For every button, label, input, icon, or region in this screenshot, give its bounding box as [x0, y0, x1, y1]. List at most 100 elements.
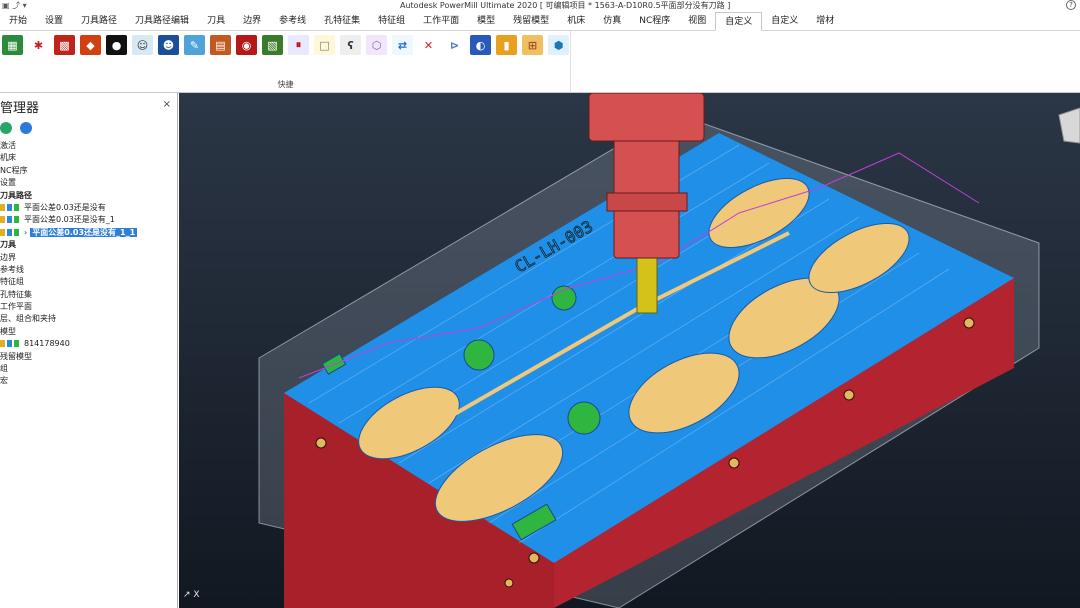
tab-6[interactable]: 参考线	[270, 12, 315, 30]
tree-item-label: NC程序	[0, 165, 28, 175]
tab-16[interactable]: 自定义	[715, 12, 763, 31]
paint-icon[interactable]: ✎	[184, 35, 205, 55]
tree-item[interactable]: 工作平面	[0, 301, 178, 313]
color-bars-icon[interactable]: ▮	[496, 35, 517, 55]
iso-box-icon[interactable]: ⬡	[366, 35, 387, 55]
title-bar: ▣ ⤴ ▾ Autodesk PowerMill Ultimate 2020 […	[0, 0, 1080, 11]
active-arrow-icon: ›	[24, 227, 28, 237]
explorer-tree: 激活 机床 NC程序 设置 刀具路径 平面公差0.03还是没有 平面公差0.03还是没有_1…	[0, 140, 178, 388]
tab-7[interactable]: 孔特征集	[315, 12, 369, 30]
tree-item-label: 814178940	[24, 339, 70, 349]
tree-item-label: 设置	[0, 178, 16, 188]
tab-15[interactable]: 视图	[679, 12, 715, 30]
globe-icon[interactable]	[0, 122, 12, 134]
ribbon-toolbar: ▦ ✱ ▩ ◆ ● ☺ ☻ ✎ ▤ ◉ ▧ ⏸ □ ʕ ⬡ ⇄ ✕ ⊳ ◐ ▮ ⊞ ⬢ 快捷	[0, 31, 1080, 93]
tree-item[interactable]: › 平面公差0.03还是没有_1_1	[0, 227, 178, 239]
quick-group: ▦ ✱ ▩ ◆ ● ☺ ☻ ✎ ▤ ◉ ▧ ⏸ □ ʕ ⬡ ⇄ ✕ ⊳ ◐ ▮ ⊞ ⬢ 快捷	[0, 31, 571, 93]
tree-item[interactable]: 层、组合和夹持	[0, 313, 178, 325]
quick-access-toolbar[interactable]: ▣ ⤴ ▾	[2, 0, 27, 11]
tree-item[interactable]: 边界	[0, 252, 178, 264]
tree-item-label: 孔特征集	[0, 289, 32, 299]
tree-item-label: 平面公差0.03还是没有_1	[24, 215, 115, 225]
tree-item[interactable]: 激活	[0, 140, 178, 152]
tree-item[interactable]: 刀具	[0, 239, 178, 251]
brick-icon[interactable]: ▤	[210, 35, 231, 55]
tab-11[interactable]: 残留模型	[504, 12, 558, 30]
blue-face-icon[interactable]: ☻	[158, 35, 179, 55]
tree-item[interactable]: 残留模型	[0, 351, 178, 363]
tab-8[interactable]: 特征组	[369, 12, 414, 30]
tree-item-label: 平面公差0.03还是没有_1_1	[30, 227, 138, 237]
face-icon[interactable]: ☺	[132, 35, 153, 55]
tree-item[interactable]: 814178940	[0, 338, 178, 350]
tab-10[interactable]: 模型	[468, 12, 504, 30]
split-icon[interactable]: ⏸	[288, 35, 309, 55]
tab-18[interactable]: 增材	[807, 12, 843, 30]
tab-9[interactable]: 工作平面	[414, 12, 468, 30]
spindle-collar	[606, 192, 688, 212]
tree-item[interactable]: 机床	[0, 152, 178, 164]
mesh-icon[interactable]: ▧	[262, 35, 283, 55]
tree-item[interactable]: NC程序	[0, 165, 178, 177]
star-red-icon[interactable]: ✱	[28, 35, 49, 55]
tree-item[interactable]: 参考线	[0, 264, 178, 276]
black-head-icon[interactable]: ●	[106, 35, 127, 55]
grid-orange-icon[interactable]: ⊞	[522, 35, 543, 55]
ribbon-tabs: 开始 设置 刀具路径 刀具路径编辑 刀具 边界 参考线 孔特征集 特征组 工作平面 模型 残留模型 机床…	[0, 12, 1080, 31]
tab-0[interactable]: 开始	[0, 12, 36, 30]
tree-item[interactable]: 模型	[0, 326, 178, 338]
red-x-icon[interactable]: ✕	[418, 35, 439, 55]
help-icon[interactable]: ?	[1066, 0, 1076, 10]
tab-13[interactable]: 仿真	[594, 12, 630, 30]
tree-item[interactable]: 设置	[0, 177, 178, 189]
grid-green-icon[interactable]: ▦	[2, 35, 23, 55]
arrows-icon[interactable]: ⇄	[392, 35, 413, 55]
triad-x-label: X	[193, 590, 200, 600]
tab-4[interactable]: 刀具	[198, 12, 234, 30]
view-cube[interactable]	[1058, 107, 1080, 144]
bear-icon[interactable]: ʕ	[340, 35, 361, 55]
red-green-block-icon[interactable]: ▩	[54, 35, 75, 55]
graphics-viewport[interactable]: CL-LH-003 ↗ X	[179, 93, 1080, 608]
cutter	[636, 252, 658, 314]
tree-item[interactable]: 平面公差0.03还是没有	[0, 202, 178, 214]
close-icon[interactable]: ×	[163, 99, 171, 110]
blank-page-icon[interactable]: □	[314, 35, 335, 55]
tree-item-label: 刀具路径	[0, 190, 32, 200]
tree-item-label: 平面公差0.03还是没有	[24, 202, 106, 212]
group-label: 快捷	[277, 80, 294, 89]
red-disc-icon[interactable]: ◉	[236, 35, 257, 55]
tree-item[interactable]: 宏	[0, 375, 178, 387]
tree-item[interactable]: 刀具路径	[0, 190, 178, 202]
tab-1[interactable]: 设置	[36, 12, 72, 30]
quick-icons: ▦ ✱ ▩ ◆ ● ☺ ☻ ✎ ▤ ◉ ▧ ⏸ □ ʕ ⬡ ⇄ ✕ ⊳ ◐ ▮ ⊞ ⬢	[2, 35, 574, 55]
tool-arrow-icon[interactable]: ⊳	[444, 35, 465, 55]
tree-item[interactable]: 孔特征集	[0, 289, 178, 301]
tree-item[interactable]: 特征组	[0, 276, 178, 288]
tab-12[interactable]: 机床	[558, 12, 594, 30]
axis-triad: ↗ X	[183, 590, 200, 600]
tab-14[interactable]: NC程序	[630, 12, 679, 30]
explorer-panel: 管理器 × 激活 机床 NC程序 设置 刀具路径 平面公差0.03还是没有 平面公差0.03…	[0, 93, 178, 608]
tree-item-label: 刀具	[0, 240, 16, 250]
window-title: Autodesk PowerMill Ultimate 2020 [ 可编辑项目…	[400, 1, 731, 10]
tab-3[interactable]: 刀具路径编辑	[126, 12, 198, 30]
tree-item[interactable]: 平面公差0.03还是没有_1	[0, 214, 178, 226]
toolpath-status-icon	[0, 338, 24, 350]
explorer-tools	[0, 122, 40, 134]
red-cube-icon[interactable]: ◆	[80, 35, 101, 55]
tree-item-label: 残留模型	[0, 351, 32, 361]
tree-item[interactable]: 组	[0, 363, 178, 375]
tree-item-label: 层、组合和夹持	[0, 314, 56, 324]
tree-item-label: 机床	[0, 153, 16, 163]
tree-item-label: 特征组	[0, 277, 24, 287]
tab-2[interactable]: 刀具路径	[72, 12, 126, 30]
explorer-title: 管理器	[0, 101, 40, 116]
toolpath-status-icon	[0, 227, 24, 239]
tab-5[interactable]: 边界	[234, 12, 270, 30]
trash-icon[interactable]	[20, 122, 32, 134]
box-blue-icon[interactable]: ⬢	[548, 35, 569, 55]
globe-icon[interactable]: ◐	[470, 35, 491, 55]
tab-17[interactable]: 自定义	[762, 12, 807, 30]
tree-item-label: 模型	[0, 326, 16, 336]
